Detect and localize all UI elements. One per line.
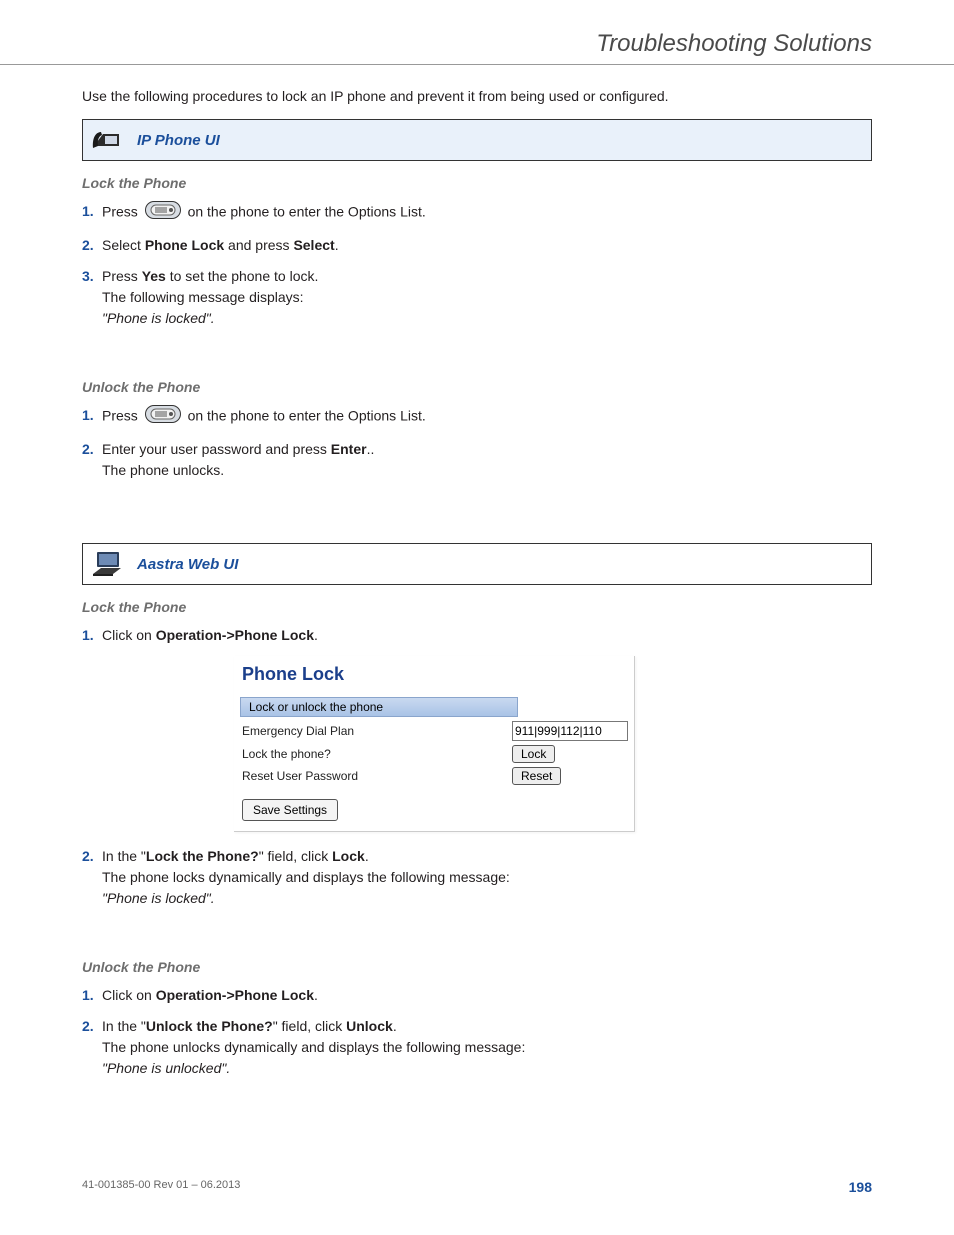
phone-lock-panel: Phone Lock Lock or unlock the phone Emer… (234, 656, 635, 832)
step-number: 1. (82, 985, 102, 1006)
step-text: Click on (102, 627, 156, 643)
step-text: Press (102, 204, 138, 220)
step-text: to set the phone to lock. (166, 268, 319, 284)
aastra-web-ui-box: Aastra Web UI (82, 543, 872, 585)
lock-button[interactable]: Lock (512, 745, 555, 763)
emergency-dial-plan-input[interactable] (512, 721, 628, 741)
reset-button[interactable]: Reset (512, 767, 561, 785)
lock-phone-heading: Lock the Phone (82, 175, 872, 191)
reset-password-label: Reset User Password (242, 769, 512, 783)
web-unlock-phone-heading: Unlock the Phone (82, 959, 872, 975)
intro-text: Use the following procedures to lock an … (82, 87, 872, 105)
step-number: 1. (82, 405, 102, 426)
desk-phone-icon (91, 126, 125, 154)
step-text: Click on (102, 987, 156, 1003)
step-bold: Lock (332, 848, 365, 864)
step-number: 2. (82, 846, 102, 867)
panel-title: Phone Lock (234, 660, 634, 697)
step-text: . (314, 627, 318, 643)
page-header-title: Troubleshooting Solutions (82, 30, 872, 58)
step-text: on the phone to enter the Options List. (188, 204, 426, 220)
emergency-dial-plan-label: Emergency Dial Plan (242, 724, 512, 738)
step-text: The following message displays: (102, 289, 304, 305)
step-number: 1. (82, 201, 102, 222)
step-text: The phone locks dynamically and displays… (102, 869, 510, 885)
step-number: 2. (82, 235, 102, 256)
step-quoted: "Phone is locked". (102, 310, 215, 326)
lock-phone-row: Lock the phone? Lock (234, 741, 634, 763)
aastra-web-ui-label: Aastra Web UI (137, 556, 238, 573)
step-bold: Enter (331, 441, 367, 457)
step-text: The phone unlocks dynamically and displa… (102, 1039, 525, 1055)
step-bold: Select (293, 237, 334, 253)
options-button-icon (145, 405, 181, 429)
reset-password-row: Reset User Password Reset (234, 763, 634, 785)
web-unlock-steps: 1. Click on Operation->Phone Lock. 2. In… (82, 985, 872, 1079)
save-settings-button[interactable]: Save Settings (242, 799, 338, 821)
step-number: 2. (82, 1016, 102, 1037)
step-text: on the phone to enter the Options List. (188, 408, 426, 424)
step-text: Select (102, 237, 145, 253)
step-bold: Operation->Phone Lock (156, 627, 314, 643)
footer-revision: 41-001385-00 Rev 01 – 06.2013 (82, 1179, 240, 1195)
step-text: " field, click (259, 848, 332, 864)
step-number: 1. (82, 625, 102, 646)
step-bold: Yes (142, 268, 166, 284)
step-text: Press (102, 408, 138, 424)
step-text: In the " (102, 1018, 146, 1034)
step-bold: Phone Lock (145, 237, 224, 253)
ip-unlock-steps: 1. Press on the phone to enter the Optio… (82, 405, 872, 481)
step-text: " field, click (273, 1018, 346, 1034)
emergency-dial-plan-row: Emergency Dial Plan (234, 717, 634, 741)
step-bold: Unlock (346, 1018, 393, 1034)
step-number: 3. (82, 266, 102, 287)
step-text: Enter your user password and press (102, 441, 331, 457)
unlock-phone-heading: Unlock the Phone (82, 379, 872, 395)
step-bold: Operation->Phone Lock (156, 987, 314, 1003)
step-text: .. (367, 441, 375, 457)
step-quoted: "Phone is unlocked". (102, 1060, 230, 1076)
step-text: . (314, 987, 318, 1003)
step-text: and press (224, 237, 293, 253)
step-quoted: "Phone is locked". (102, 890, 215, 906)
step-text: . (365, 848, 369, 864)
step-text: . (393, 1018, 397, 1034)
step-bold: Lock the Phone? (146, 848, 259, 864)
web-lock-phone-heading: Lock the Phone (82, 599, 872, 615)
options-button-icon (145, 201, 181, 225)
step-text: In the " (102, 848, 146, 864)
step-text: The phone unlocks. (102, 462, 224, 478)
step-bold: Unlock the Phone? (146, 1018, 273, 1034)
page-footer: 41-001385-00 Rev 01 – 06.2013 198 (82, 1179, 872, 1195)
panel-section-header: Lock or unlock the phone (240, 697, 518, 717)
ip-phone-ui-label: IP Phone UI (137, 132, 220, 149)
web-lock-steps-2: 2. In the "Lock the Phone?" field, click… (82, 846, 872, 909)
step-text: Press (102, 268, 142, 284)
lock-phone-label: Lock the phone? (242, 747, 512, 761)
step-text: . (335, 237, 339, 253)
ip-phone-ui-box: IP Phone UI (82, 119, 872, 161)
web-lock-steps: 1. Click on Operation->Phone Lock. (82, 625, 872, 646)
footer-page-number: 198 (849, 1179, 872, 1195)
computer-icon (91, 550, 125, 578)
step-number: 2. (82, 439, 102, 460)
header-divider (0, 64, 954, 65)
ip-lock-steps: 1. Press on the phone to enter the Optio… (82, 201, 872, 329)
